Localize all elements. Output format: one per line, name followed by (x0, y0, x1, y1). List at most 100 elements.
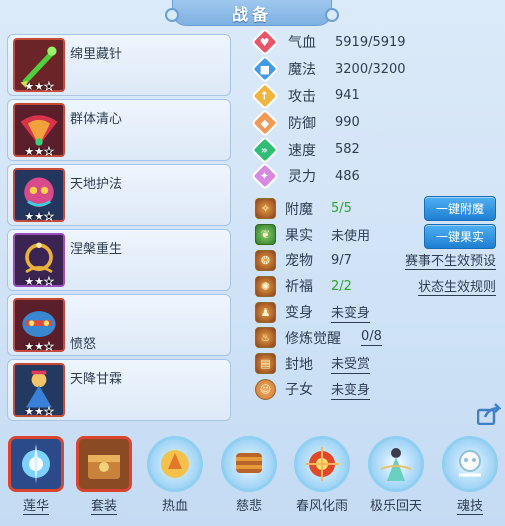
lotus-orb-icon (8, 436, 64, 492)
stat-label: 防御 (288, 115, 316, 132)
extra-row-pet: ❂ 宠物 9/7 赛事不生效预设 (255, 248, 500, 274)
star-rating: ★ ★ ★ (24, 340, 54, 353)
extra-value[interactable]: 0/8 (361, 329, 382, 347)
skill-card[interactable]: ★ ★ ★ 天降甘霖 (7, 359, 231, 421)
bottom-item-mercy[interactable]: 慈悲 (217, 432, 281, 526)
panel-title: 战备 (231, 4, 272, 24)
skill-name: 涅槃重生 (70, 242, 123, 257)
share-icon[interactable] (476, 403, 503, 426)
stat-row-mp: ■ 魔法 3200/3200 (250, 55, 425, 84)
preset-link[interactable]: 赛事不生效预设 (404, 250, 496, 271)
extra-value[interactable]: 未变身 (331, 302, 371, 323)
mana-icon: ■ (250, 55, 280, 84)
extra-value: 2/2 (331, 278, 352, 294)
skill-card[interactable]: ★ ★ ★ 天地护法 (7, 164, 231, 226)
stat-label: 速度 (288, 142, 316, 159)
star-rating: ★ ★ ★ (24, 145, 54, 158)
transform-icon: ♟ (255, 301, 276, 323)
bottom-label: 魂技 (456, 499, 483, 515)
bottom-label: 极乐回天 (369, 499, 422, 514)
extra-value: 未使用 (331, 229, 371, 245)
extra-row-blessing: ✺ 祈福 2/2 状态生效规则 (255, 273, 500, 299)
extra-label: 祈福 (285, 279, 313, 296)
bottom-item-lotus[interactable]: 莲华 (4, 432, 68, 526)
bottom-item-springrain[interactable]: 春风化雨 (290, 432, 354, 526)
extra-value[interactable]: 未受赏 (331, 353, 371, 375)
stat-row-attack: ↑ 攻击 941 (250, 81, 425, 111)
star-rating: ★ ★ ★ (24, 275, 54, 288)
speed-icon: » (250, 135, 280, 164)
shield-icon: ◆ (250, 108, 280, 137)
extra-label: 果实 (285, 227, 313, 244)
skill-name: 绵里藏针 (70, 47, 123, 62)
extra-value: 5/5 (331, 201, 352, 217)
skill-name: 愤怒 (70, 337, 97, 352)
extra-label: 子女 (285, 382, 313, 399)
skill-name: 天地护法 (70, 177, 123, 192)
stat-label: 魔法 (288, 62, 316, 79)
skill-card[interactable]: ★ ★ ★ 绵里藏针 (7, 34, 231, 96)
extra-label: 附魔 (285, 201, 313, 218)
stat-row-hp: ♥ 气血 5919/5919 (250, 28, 425, 57)
child-icon: ☺ (255, 378, 276, 400)
fruit-icon: ❦ (255, 224, 276, 246)
enchant-icon: ✧ (255, 198, 276, 220)
bottom-item-bliss[interactable]: 极乐回天 (364, 432, 428, 526)
bottom-label: 莲华 (22, 499, 49, 515)
skill-name: 群体清心 (70, 112, 123, 127)
stat-row-defense: ◆ 防御 990 (250, 108, 425, 137)
extra-row-fief: ▤ 封地 未受赏 (255, 351, 500, 377)
stat-value: 941 (335, 88, 360, 104)
stat-label: 攻击 (288, 88, 316, 105)
mercy-scroll-icon (221, 436, 277, 492)
bliss-revival-icon (368, 436, 424, 492)
extra-row-transform: ♟ 变身 未变身 (255, 299, 500, 325)
bottom-item-soulskill[interactable]: 魂技 (438, 432, 502, 526)
panel-title-bar: 战备 (165, 0, 339, 26)
treasure-chest-icon (76, 436, 132, 492)
skill-card[interactable]: ★ ★ ★ 涅槃重生 (7, 229, 231, 291)
stat-row-spirit: ✦ 灵力 486 (250, 162, 425, 191)
bottom-skill-bar: 莲华 套装 热血 慈悲 春风化雨 极乐回天 魂技 (0, 432, 505, 526)
stat-value: 5919/5919 (335, 34, 406, 50)
bottom-item-hotblood[interactable]: 热血 (143, 432, 207, 526)
cultivation-icon: ♨ (255, 327, 276, 349)
stat-value: 990 (335, 115, 360, 131)
bottom-label: 慈悲 (235, 499, 262, 514)
extra-label: 变身 (285, 305, 313, 322)
stat-value: 486 (335, 168, 360, 184)
extra-label: 封地 (285, 356, 313, 373)
spirit-icon: ✦ (250, 162, 280, 191)
star-rating: ★ ★ ★ (24, 405, 54, 418)
skill-card[interactable]: ★ ★ ★ 群体清心 (7, 99, 231, 161)
stat-value: 3200/3200 (335, 61, 406, 77)
spring-rain-icon (294, 436, 350, 492)
extra-label: 修炼觉醒 (285, 330, 341, 347)
heart-icon: ♥ (250, 28, 280, 57)
blessing-icon: ✺ (255, 275, 276, 297)
pet-icon: ❂ (255, 249, 276, 271)
stat-row-speed: » 速度 582 (250, 135, 425, 164)
bottom-label: 套装 (90, 499, 117, 515)
skill-card[interactable]: ★ ★ ★ 愤怒 (7, 294, 231, 356)
bottom-label: 春风化雨 (295, 499, 348, 514)
stat-value: 582 (335, 142, 360, 158)
extra-row-child: ☺ 子女 未变身 (255, 377, 500, 403)
rules-link[interactable]: 状态生效规则 (417, 276, 496, 297)
extra-value: 9/7 (331, 252, 352, 268)
attack-icon: ↑ (250, 81, 280, 111)
stat-label: 气血 (288, 35, 316, 52)
one-click-enchant-button[interactable]: 一键附魔 (424, 196, 496, 222)
stats-panel: ♥ 气血 5919/5919 ■ 魔法 3200/3200 ↑ 攻击 941 ◆… (250, 28, 425, 191)
hot-blood-icon (147, 436, 203, 492)
bottom-item-set[interactable]: 套装 (72, 432, 136, 526)
bottom-label: 热血 (161, 499, 188, 514)
extra-label: 宠物 (285, 253, 313, 270)
fief-icon: ▤ (255, 353, 276, 375)
extra-value[interactable]: 未变身 (331, 379, 371, 400)
extra-row-fruit: ❦ 果实 未使用 一键果实 (255, 222, 500, 249)
one-click-fruit-button[interactable]: 一键果实 (424, 223, 496, 249)
stat-label: 灵力 (288, 169, 316, 186)
skill-list: ★ ★ ★ 绵里藏针 ★ ★ ★ 群体清心 ★ ★ ★ 天地护法 ★ ★ ★ 涅槃重生 ★ ★ ★ … (7, 34, 231, 424)
soul-skill-icon (442, 436, 498, 492)
